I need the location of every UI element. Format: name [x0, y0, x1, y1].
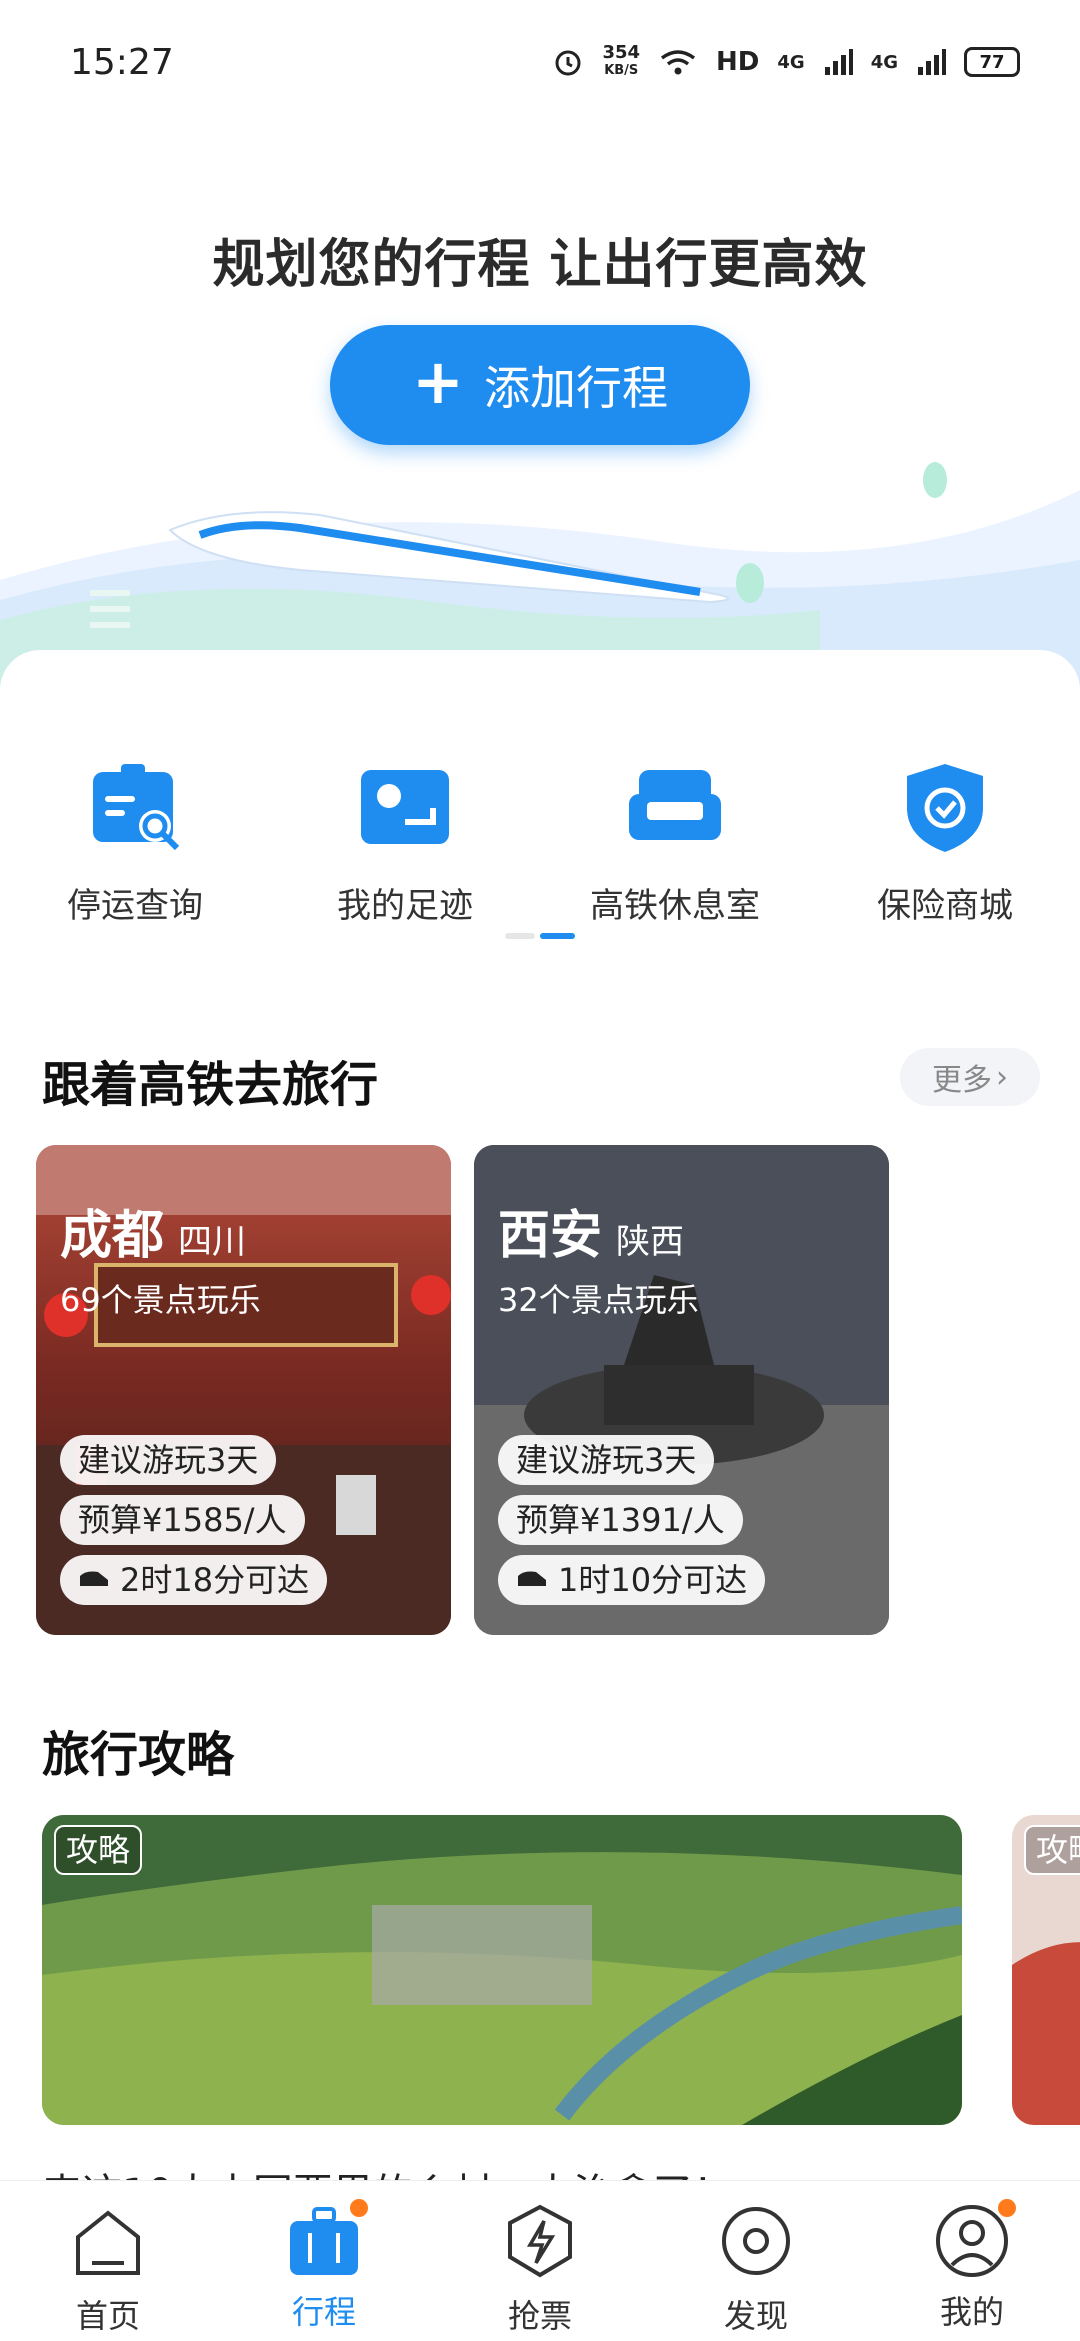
city-spots: 32个景点玩乐	[498, 1281, 699, 1319]
travel-section-title: 跟着高铁去旅行	[42, 1057, 379, 1113]
status-icons: 354 KB/S HD 4G 4G 77	[552, 40, 1020, 84]
nav-label: 行程	[291, 2293, 356, 2331]
shield-check-icon	[907, 764, 983, 852]
signal-icon	[824, 49, 853, 75]
travel-time: 2时18分可达	[120, 1561, 310, 1599]
budget-chip: 预算¥1585/人	[60, 1495, 305, 1545]
train-icon	[518, 1571, 546, 1586]
sofa-icon	[629, 770, 721, 840]
city-card-chengdu[interactable]: 成都 四川 69个景点玩乐 建议游玩3天 预算¥1585/人 2时18分可达	[36, 1145, 451, 1635]
bottom-nav: 首页 行程 抢票 发现 我的	[0, 2180, 1080, 2341]
add-trip-button[interactable]: + 添加行程	[330, 325, 750, 445]
nav-label: 首页	[75, 2297, 140, 2335]
nav-trip[interactable]: 行程	[224, 2181, 424, 2341]
quick-action-label: 我的足迹	[337, 886, 473, 926]
city-card-xian[interactable]: 西安 陕西 32个景点玩乐 建议游玩3天 预算¥1391/人 1时10分可达	[474, 1145, 889, 1635]
clipboard-search-icon	[93, 764, 180, 851]
notification-dot	[998, 2199, 1016, 2217]
city-spots: 69个景点玩乐	[60, 1281, 261, 1319]
discover-icon	[722, 2207, 790, 2275]
city-name: 成都 四川	[60, 1193, 246, 1268]
guide-card[interactable]: 攻略	[42, 1815, 962, 2125]
quick-action-suspension-query[interactable]: 停运查询	[25, 760, 245, 927]
guide-tag: 攻略	[54, 1825, 143, 1875]
budget-chip: 预算¥1391/人	[498, 1495, 743, 1545]
page-dot-active	[540, 933, 575, 939]
nav-discover[interactable]: 发现	[656, 2181, 856, 2341]
footprint-photo-icon	[361, 770, 449, 844]
wifi-icon	[660, 50, 696, 75]
home-icon	[76, 2210, 140, 2275]
page-indicator	[505, 933, 575, 939]
nav-label: 抢票	[507, 2297, 572, 2335]
network-speed-value: 354	[602, 42, 641, 63]
add-trip-label: 添加行程	[483, 361, 668, 415]
quick-action-lounge[interactable]: 高铁休息室	[565, 760, 785, 927]
notification-dot	[350, 2199, 368, 2217]
hd-label: HD	[716, 47, 760, 77]
network-speed-unit: KB/S	[604, 63, 639, 78]
nav-profile[interactable]: 我的	[872, 2181, 1072, 2341]
status-time: 15:27	[70, 42, 174, 83]
travel-time-chip: 1时10分可达	[498, 1555, 766, 1605]
profile-icon	[932, 2199, 1016, 2281]
nav-home[interactable]: 首页	[8, 2181, 208, 2341]
page-dot	[505, 933, 535, 939]
network-type-2: 4G	[870, 51, 898, 73]
battery-icon: 77	[964, 47, 1020, 77]
travel-time-chip: 2时18分可达	[60, 1555, 328, 1605]
nav-grab-ticket[interactable]: 抢票	[440, 2181, 640, 2341]
quick-action-footprint[interactable]: 我的足迹	[295, 760, 515, 927]
quick-action-insurance[interactable]: 保险商城	[835, 760, 1055, 927]
chevron-right-icon: ›	[996, 1059, 1008, 1095]
suitcase-icon	[284, 2199, 368, 2281]
guide-card-2[interactable]: 攻略	[1012, 1815, 1080, 2125]
city-province: 陕西	[616, 1222, 685, 1262]
more-button[interactable]: 更多 ›	[900, 1048, 1040, 1106]
city-title: 西安	[498, 1206, 603, 1266]
quick-action-label: 保险商城	[877, 886, 1013, 926]
city-province: 四川	[178, 1222, 247, 1262]
network-speed: 354 KB/S	[602, 44, 640, 80]
signal-icon-2	[918, 49, 946, 75]
guide-tag-2: 攻略	[1024, 1825, 1080, 1875]
city-name: 西安 陕西	[498, 1193, 684, 1268]
quick-action-label: 高铁休息室	[590, 886, 760, 926]
nav-label: 发现	[723, 2297, 788, 2335]
network-type-1: 4G	[777, 51, 805, 73]
city-title: 成都	[60, 1206, 165, 1266]
nav-label: 我的	[939, 2293, 1004, 2331]
guide-section-title: 旅行攻略	[42, 1727, 235, 1783]
lightning-ticket-icon	[508, 2204, 572, 2278]
suggested-days-chip: 建议游玩3天	[498, 1435, 715, 1485]
suggested-days-chip: 建议游玩3天	[60, 1435, 277, 1485]
quick-action-label: 停运查询	[67, 886, 203, 926]
more-label: 更多	[932, 1063, 992, 1098]
travel-time: 1时10分可达	[558, 1561, 748, 1599]
plus-icon: +	[412, 345, 464, 418]
guide-photo	[42, 1815, 962, 2125]
hero-title: 规划您的行程 让出行更高效	[212, 235, 868, 295]
alarm-icon	[555, 50, 581, 76]
train-icon	[80, 1571, 108, 1586]
